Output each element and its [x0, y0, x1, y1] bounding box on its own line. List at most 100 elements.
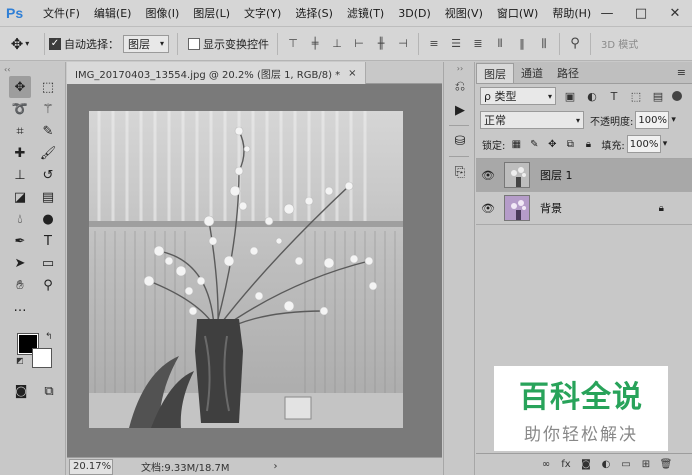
- lock-all-icon[interactable]: 🔒︎: [581, 137, 595, 151]
- menu-edit[interactable]: 编辑(E): [87, 5, 139, 21]
- tools-panel-grip[interactable]: ‹‹: [0, 62, 65, 76]
- crop-tool-icon[interactable]: ⌗: [9, 120, 31, 142]
- adjustment-layer-icon[interactable]: ◐: [596, 457, 616, 473]
- maximize-button[interactable]: □: [624, 0, 658, 27]
- zoom-tool-icon[interactable]: ⚲: [37, 274, 59, 296]
- zoom-input[interactable]: 20.17%: [69, 458, 113, 475]
- chevron-down-icon[interactable]: ▾: [663, 139, 668, 149]
- close-button[interactable]: ✕: [658, 0, 692, 27]
- menu-select[interactable]: 选择(S): [288, 5, 340, 21]
- search-icon[interactable]: ⚲: [567, 36, 583, 52]
- layer-row-layer1[interactable]: 👁︎ 图层 1: [476, 159, 692, 192]
- filter-adjustment-icon[interactable]: ◐: [584, 88, 600, 104]
- dodge-tool-icon[interactable]: ●: [37, 208, 59, 230]
- visibility-eye-icon[interactable]: 👁︎: [476, 202, 500, 215]
- type-tool-icon[interactable]: T: [37, 230, 59, 252]
- delete-layer-icon[interactable]: 🗑︎: [656, 457, 676, 473]
- actions-panel-icon[interactable]: ▶: [444, 98, 476, 122]
- chevron-down-icon[interactable]: ▾: [671, 115, 676, 125]
- menu-window[interactable]: 窗口(W): [490, 5, 545, 21]
- mode-buttons: ◙ ⧉: [10, 380, 60, 402]
- menu-filter[interactable]: 滤镜(T): [340, 5, 391, 21]
- menu-3d[interactable]: 3D(D): [391, 7, 438, 20]
- distribute-left-icon[interactable]: ⦀: [492, 36, 508, 52]
- properties-panel-icon[interactable]: ⎘: [444, 160, 476, 184]
- lock-artboard-icon[interactable]: ⧉: [563, 137, 577, 151]
- quick-mask-icon[interactable]: ◙: [10, 380, 32, 402]
- default-colors-icon[interactable]: ◩: [16, 356, 24, 365]
- filter-smart-object-icon[interactable]: ▤: [650, 88, 666, 104]
- new-layer-icon[interactable]: ⊞: [636, 457, 656, 473]
- layer-row-background[interactable]: 👁︎ 背景 🔒︎: [476, 192, 692, 225]
- menu-type[interactable]: 文字(Y): [237, 5, 288, 21]
- align-vcenter-icon[interactable]: ╪: [307, 36, 323, 52]
- more-tools-icon[interactable]: …: [9, 296, 31, 318]
- move-tool-preset-icon[interactable]: ✥ ▾: [0, 35, 40, 53]
- history-panel-icon[interactable]: ⎌: [444, 74, 476, 98]
- blend-mode-dropdown[interactable]: 正常 ▾: [480, 111, 584, 129]
- tab-channels[interactable]: 通道: [514, 63, 550, 83]
- history-brush-tool-icon[interactable]: ↺: [37, 164, 59, 186]
- align-left-icon[interactable]: ⊢: [351, 36, 367, 52]
- lock-image-icon[interactable]: ✎: [527, 137, 541, 151]
- align-bottom-icon[interactable]: ⊥: [329, 36, 345, 52]
- filter-shape-icon[interactable]: ⬚: [628, 88, 644, 104]
- magic-wand-tool-icon[interactable]: ⚚: [37, 98, 59, 120]
- distribute-top-icon[interactable]: ≡: [426, 36, 442, 52]
- auto-select-dropdown[interactable]: 图层 ▾: [123, 34, 169, 53]
- distribute-vcenter-icon[interactable]: ☰: [448, 36, 464, 52]
- canvas-image[interactable]: [89, 111, 403, 428]
- link-layers-icon[interactable]: ∞: [536, 457, 556, 473]
- blur-tool-icon[interactable]: 💧︎: [9, 208, 31, 230]
- close-icon[interactable]: ×: [348, 68, 356, 79]
- panel-menu-icon[interactable]: ≡: [677, 66, 686, 79]
- filter-type-icon[interactable]: T: [606, 88, 622, 104]
- minimize-button[interactable]: —: [590, 0, 624, 27]
- panel-collapse-grip[interactable]: ››: [444, 62, 476, 74]
- lasso-tool-icon[interactable]: ➰: [9, 98, 31, 120]
- clone-stamp-tool-icon[interactable]: ⊥: [9, 164, 31, 186]
- menu-file[interactable]: 文件(F): [36, 5, 87, 21]
- layer-filter-dropdown[interactable]: ρ 类型 ▾: [480, 87, 556, 105]
- show-transform-checkbox[interactable]: [188, 37, 200, 50]
- distribute-hcenter-icon[interactable]: ‖: [514, 36, 530, 52]
- menu-image[interactable]: 图像(I): [138, 5, 186, 21]
- gradient-tool-icon[interactable]: ▤: [37, 186, 59, 208]
- rectangle-tool-icon[interactable]: ▭: [37, 252, 59, 274]
- filter-pixel-icon[interactable]: ▣: [562, 88, 578, 104]
- hand-tool-icon[interactable]: ✋︎: [9, 274, 31, 296]
- auto-select-checkbox[interactable]: ✓: [49, 37, 61, 50]
- lock-transparent-icon[interactable]: ▦: [509, 137, 523, 151]
- tab-paths[interactable]: 路径: [550, 63, 586, 83]
- pen-tool-icon[interactable]: ✒: [9, 230, 31, 252]
- align-hcenter-icon[interactable]: ╫: [373, 36, 389, 52]
- align-right-icon[interactable]: ⊣: [395, 36, 411, 52]
- filter-toggle-icon[interactable]: [672, 91, 682, 101]
- eyedropper-tool-icon[interactable]: ✎: [37, 120, 59, 142]
- add-mask-icon[interactable]: ◙: [576, 457, 596, 473]
- move-tool-icon[interactable]: ✥: [9, 76, 31, 98]
- swap-colors-icon[interactable]: ↰: [45, 332, 53, 342]
- distribute-bottom-icon[interactable]: ≣: [470, 36, 486, 52]
- document-tab[interactable]: IMG_20170403_13554.jpg @ 20.2% (图层 1, RG…: [67, 62, 366, 84]
- lock-position-icon[interactable]: ✥: [545, 137, 559, 151]
- screen-mode-icon[interactable]: ⧉: [38, 380, 60, 402]
- new-group-icon[interactable]: ▭: [616, 457, 636, 473]
- distribute-right-icon[interactable]: ⫼: [536, 36, 552, 52]
- marquee-tool-icon[interactable]: ⬚: [37, 76, 59, 98]
- 3d-panel-icon[interactable]: ⛁: [444, 129, 476, 153]
- layer-style-fx-icon[interactable]: fx: [556, 457, 576, 473]
- status-menu-arrow-icon[interactable]: ›: [274, 461, 278, 472]
- opacity-input[interactable]: 100%: [635, 111, 670, 129]
- brush-tool-icon[interactable]: 🖌︎: [37, 142, 59, 164]
- tab-layers[interactable]: 图层: [476, 63, 514, 83]
- path-selection-tool-icon[interactable]: ➤: [9, 252, 31, 274]
- fill-input[interactable]: 100%: [626, 135, 661, 153]
- align-top-icon[interactable]: ⊤: [285, 36, 301, 52]
- eraser-tool-icon[interactable]: ◪: [9, 186, 31, 208]
- background-color-swatch[interactable]: [32, 348, 52, 368]
- menu-view[interactable]: 视图(V): [438, 5, 490, 21]
- healing-brush-tool-icon[interactable]: ✚: [9, 142, 31, 164]
- visibility-eye-icon[interactable]: 👁︎: [476, 169, 500, 182]
- menu-layer[interactable]: 图层(L): [186, 5, 237, 21]
